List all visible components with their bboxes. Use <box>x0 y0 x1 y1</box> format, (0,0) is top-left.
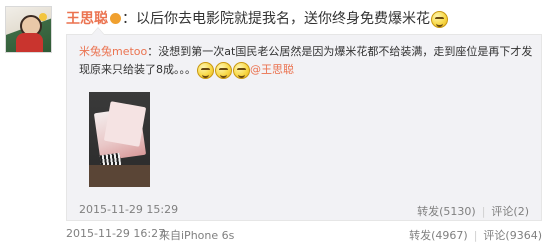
repost-actions: 转发(5130) | 评论(2) <box>417 203 529 219</box>
comment-button[interactable]: 评论(9364) <box>483 229 542 242</box>
post-text: ：以后你去电影院就提我名，送你终身免费爆米花 <box>122 11 430 27</box>
repost-content: 米兔兔metoo：没想到第一次at国民老公居然是因为爆米花都不给装满，走到座位是… <box>79 43 534 79</box>
mention-link[interactable]: @王思聪 <box>250 63 294 76</box>
post-time[interactable]: 2015-11-29 16:27 <box>66 227 165 240</box>
repost-button[interactable]: 转发(4967) <box>409 229 468 242</box>
repost-repost-button[interactable]: 转发(5130) <box>417 205 476 218</box>
photo-ticket-back <box>103 101 147 147</box>
post-content: 王思聪 ：以后你去电影院就提我名，送你终身免费爆米花 <box>66 9 448 29</box>
repost-comment-label: 评论 <box>491 205 514 218</box>
laugh-emoji-icon <box>233 61 250 79</box>
repost-time[interactable]: 2015-11-29 15:29 <box>79 203 178 216</box>
post-actions: 转发(4967) | 评论(9364) <box>409 227 542 243</box>
repost-comment-button[interactable]: 评论(2) <box>491 205 529 218</box>
comment-label: 评论 <box>483 229 506 242</box>
repost-comment-count: (2) <box>513 205 529 218</box>
user-avatar[interactable] <box>5 6 52 53</box>
repost-username[interactable]: 米兔兔metoo <box>79 45 147 58</box>
divider: | <box>473 229 478 242</box>
laugh-emoji-icon <box>197 61 214 79</box>
repost-repost-count: (5130) <box>439 205 476 218</box>
repost-count: (4967) <box>431 229 468 242</box>
repost-repost-label: 转发 <box>417 205 440 218</box>
photo-table <box>89 165 150 187</box>
smile-emoji-icon <box>431 10 448 28</box>
post-username[interactable]: 王思聪 <box>66 11 108 27</box>
reposted-weibo: 米兔兔metoo：没想到第一次at国民老公居然是因为爆米花都不给装满，走到座位是… <box>66 27 542 221</box>
divider: | <box>481 205 486 218</box>
repost-text: ：没想到第一次at国民老公居然是因为爆米花都不给装满，走到座位是再下才发现原来只… <box>79 45 533 76</box>
avatar-body <box>16 33 43 52</box>
laugh-emoji-icon <box>215 61 232 79</box>
comment-count: (9364) <box>505 229 542 242</box>
repost-arrow <box>91 27 105 35</box>
repost-photo[interactable] <box>89 92 150 187</box>
v-badge-icon <box>110 12 121 24</box>
post-source[interactable]: 来自iPhone 6s <box>159 227 234 243</box>
repost-label: 转发 <box>409 229 432 242</box>
